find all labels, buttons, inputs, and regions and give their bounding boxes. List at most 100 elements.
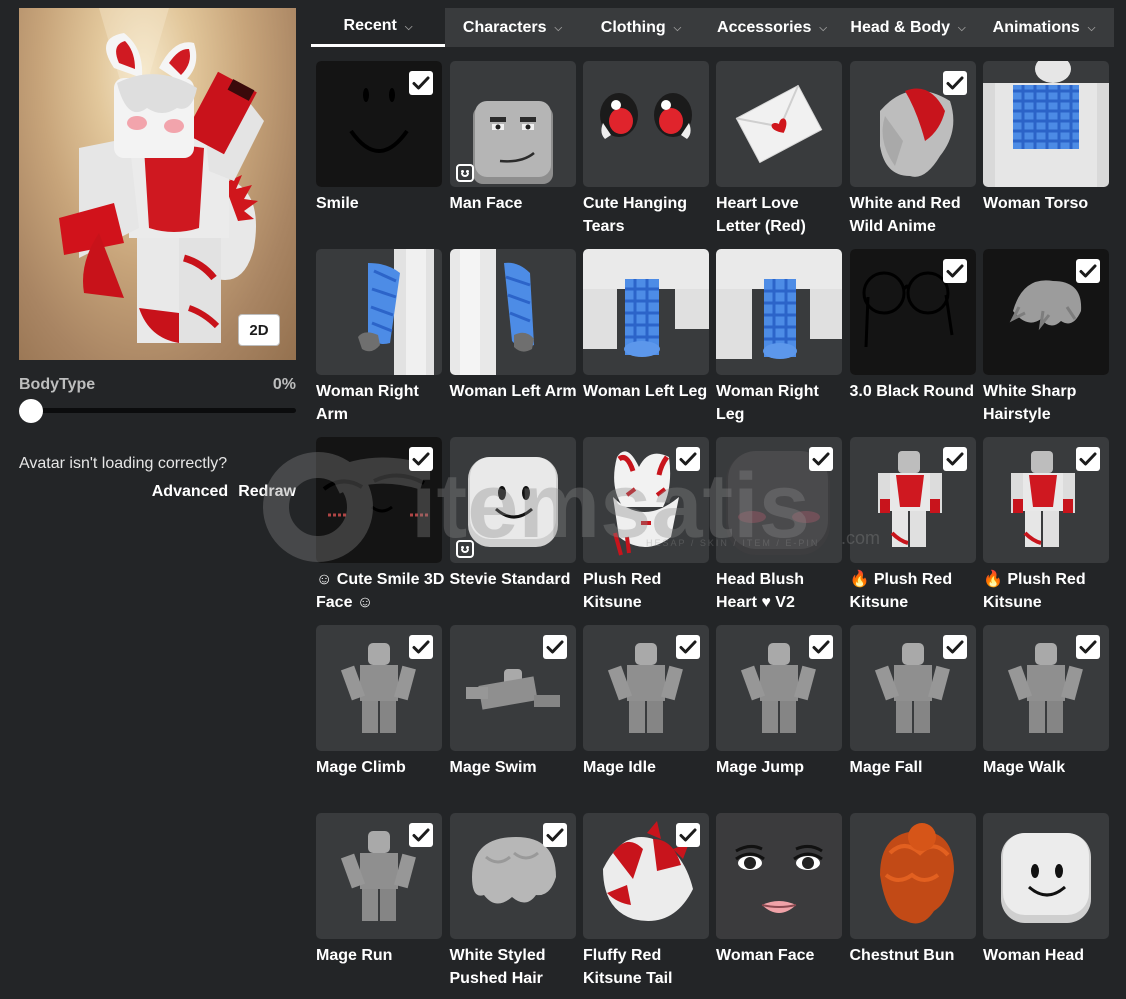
item-card[interactable]: Mage Run — [316, 813, 442, 993]
item-card[interactable]: 3.0 Black Round — [849, 249, 976, 429]
item-name[interactable]: Woman Left Arm — [450, 380, 580, 403]
item-name[interactable]: Heart Love Letter (Red) — [716, 192, 846, 238]
item-name[interactable]: Mage Swim — [450, 756, 580, 779]
item-name[interactable]: Woman Right Arm — [316, 380, 446, 426]
item-thumbnail[interactable] — [316, 61, 442, 187]
item-name[interactable]: 🔥 Plush Red Kitsune — [983, 568, 1113, 614]
item-name[interactable]: Man Face — [450, 192, 580, 215]
item-card[interactable]: Stevie Standard — [449, 437, 576, 617]
item-name[interactable]: White Sharp Hairstyle — [983, 380, 1113, 426]
tab-animations[interactable]: Animations ⌵ — [974, 8, 1114, 47]
item-card[interactable]: Mage Swim — [449, 625, 576, 805]
item-thumbnail[interactable] — [983, 625, 1109, 751]
item-thumbnail[interactable] — [716, 249, 842, 375]
checkmark-icon[interactable] — [1076, 259, 1100, 283]
item-thumbnail[interactable] — [849, 625, 976, 751]
item-thumbnail[interactable] — [849, 61, 976, 187]
item-card[interactable]: Heart Love Letter (Red) — [716, 61, 842, 241]
item-card[interactable]: Mage Walk — [983, 625, 1109, 805]
item-thumbnail[interactable] — [849, 249, 976, 375]
item-thumbnail[interactable] — [983, 249, 1109, 375]
item-card[interactable]: Woman Right Arm — [316, 249, 442, 429]
checkmark-icon[interactable] — [809, 635, 833, 659]
item-name[interactable]: Cute Hanging Tears — [583, 192, 713, 238]
item-name[interactable]: ☺ Cute Smile 3D Face ☺ — [316, 568, 446, 614]
tab-recent[interactable]: Recent ⌵ — [311, 8, 445, 47]
advanced-link[interactable]: Advanced — [152, 483, 228, 501]
item-thumbnail[interactable] — [316, 437, 442, 563]
checkmark-icon[interactable] — [942, 71, 967, 95]
item-card[interactable]: Woman Left Arm — [449, 249, 577, 429]
avatar-preview[interactable]: 2D — [19, 8, 296, 360]
toggle-2d-button[interactable]: 2D — [238, 314, 280, 346]
item-name[interactable]: 🔥 Plush Red Kitsune — [850, 568, 980, 614]
checkmark-icon[interactable] — [942, 259, 967, 283]
item-name[interactable]: Mage Fall — [850, 756, 980, 779]
item-name[interactable]: Smile — [316, 192, 446, 215]
item-name[interactable]: Woman Right Leg — [716, 380, 846, 426]
item-name[interactable]: 3.0 Black Round — [850, 380, 980, 403]
item-card[interactable]: Mage Jump — [716, 625, 842, 805]
item-thumbnail[interactable] — [983, 61, 1109, 187]
item-name[interactable]: Fluffy Red Kitsune Tail — [583, 944, 713, 990]
redraw-link[interactable]: Redraw — [238, 483, 296, 501]
checkmark-icon[interactable] — [676, 823, 700, 847]
item-card[interactable]: Woman Head — [983, 813, 1109, 993]
item-card[interactable]: Cute Hanging Tears — [583, 61, 709, 241]
item-name[interactable]: Chestnut Bun — [850, 944, 980, 967]
checkmark-icon[interactable] — [542, 823, 567, 847]
item-card[interactable]: Head Blush Heart ♥ V2 — [716, 437, 842, 617]
item-card[interactable]: Mage Idle — [583, 625, 709, 805]
item-card[interactable]: White Sharp Hairstyle — [983, 249, 1109, 429]
item-card[interactable]: Woman Face — [716, 813, 842, 993]
item-name[interactable]: White and Red Wild Anime — [850, 192, 980, 238]
slider-thumb[interactable] — [19, 399, 43, 423]
checkmark-icon[interactable] — [942, 635, 967, 659]
item-name[interactable]: White Styled Pushed Hair — [450, 944, 580, 990]
checkmark-icon[interactable] — [676, 635, 700, 659]
item-thumbnail[interactable] — [316, 625, 442, 751]
item-thumbnail[interactable] — [449, 61, 576, 187]
item-name[interactable]: Woman Left Leg — [583, 380, 713, 403]
item-card[interactable]: ☺ Cute Smile 3D Face ☺ — [316, 437, 444, 617]
checkmark-icon[interactable] — [409, 71, 433, 95]
item-thumbnail[interactable] — [449, 813, 576, 939]
item-card[interactable]: 🔥 Plush Red Kitsune — [983, 437, 1109, 617]
item-card[interactable]: Chestnut Bun — [849, 813, 976, 993]
checkmark-icon[interactable] — [542, 635, 567, 659]
checkmark-icon[interactable] — [809, 447, 833, 471]
item-thumbnail[interactable] — [583, 61, 709, 187]
item-name[interactable]: Mage Walk — [983, 756, 1113, 779]
item-name[interactable]: Mage Run — [316, 944, 446, 967]
item-card[interactable]: Mage Fall — [849, 625, 976, 805]
item-name[interactable]: Mage Jump — [716, 756, 846, 779]
item-thumbnail[interactable] — [583, 437, 709, 563]
item-thumbnail[interactable] — [449, 249, 576, 375]
item-name[interactable]: Plush Red Kitsune — [583, 568, 713, 614]
item-card[interactable]: 🔥 Plush Red Kitsune — [849, 437, 976, 617]
slider-track[interactable] — [19, 408, 296, 413]
item-card[interactable]: Fluffy Red Kitsune Tail — [583, 813, 709, 993]
item-card[interactable]: Woman Right Leg — [716, 249, 842, 429]
item-card[interactable]: White and Red Wild Anime — [849, 61, 976, 241]
item-card[interactable]: Woman Left Leg — [583, 249, 709, 429]
item-thumbnail[interactable] — [583, 625, 709, 751]
item-name[interactable]: Mage Idle — [583, 756, 713, 779]
item-name[interactable]: Mage Climb — [316, 756, 446, 779]
checkmark-icon[interactable] — [676, 447, 700, 471]
item-thumbnail[interactable] — [849, 437, 976, 563]
tab-clothing[interactable]: Clothing ⌵ — [580, 8, 702, 47]
checkmark-icon[interactable] — [409, 823, 433, 847]
item-name[interactable]: Woman Face — [716, 944, 846, 967]
item-thumbnail[interactable] — [449, 625, 576, 751]
item-name[interactable]: Stevie Standard — [450, 568, 580, 591]
checkmark-icon[interactable] — [942, 447, 967, 471]
checkmark-icon[interactable] — [1076, 447, 1100, 471]
item-thumbnail[interactable] — [583, 249, 709, 375]
item-thumbnail[interactable] — [849, 813, 976, 939]
item-thumbnail[interactable] — [316, 249, 442, 375]
item-thumbnail[interactable] — [583, 813, 709, 939]
item-name[interactable]: Woman Head — [983, 944, 1113, 967]
item-thumbnail[interactable] — [716, 813, 842, 939]
bodytype-slider[interactable] — [19, 397, 296, 425]
